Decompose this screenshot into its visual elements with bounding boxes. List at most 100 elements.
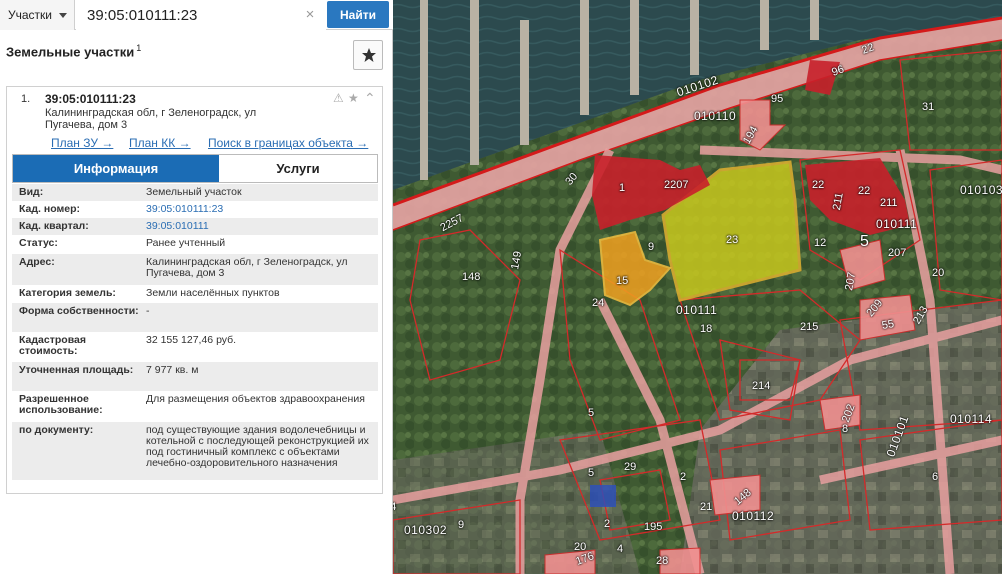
block-label: 010302	[404, 523, 448, 537]
chevron-down-icon	[59, 13, 67, 18]
parcel-label: 4	[617, 543, 624, 555]
result-cad-number[interactable]: 39:05:010111:23	[45, 92, 136, 106]
parcel-label: 148	[462, 271, 481, 283]
panel-title-text: Земельные участки	[6, 44, 135, 60]
parcel-label: 55	[880, 318, 896, 332]
parcel-label: 9	[458, 519, 465, 531]
parcel-label: 2	[680, 471, 687, 483]
info-value: Для размещения объектов здравоохранения	[146, 393, 365, 405]
block-label: 010114	[950, 412, 993, 426]
parcel-label: 5	[860, 233, 869, 250]
info-value: Земли населённых пунктов	[146, 287, 280, 299]
block-label: 010112	[732, 509, 775, 523]
info-row-cad-number: Кад. номер: 39:05:010111:23	[12, 201, 378, 218]
block-label: 010111	[676, 303, 718, 317]
info-key: Форма собственности:	[19, 305, 139, 317]
info-key: Категория земель:	[19, 287, 116, 299]
info-row-type: Вид: Земельный участок	[12, 184, 378, 201]
parcel-label: 214	[752, 380, 771, 392]
favorites-button[interactable]	[353, 40, 383, 70]
info-key: Кад. квартал:	[19, 220, 89, 232]
parcel-label: 28	[656, 555, 669, 567]
star-icon[interactable]: ★	[348, 91, 359, 105]
parcel-label: 207	[888, 247, 907, 259]
parcel-label: 22	[812, 179, 825, 191]
plan-kk-link[interactable]: План КК →	[129, 136, 191, 150]
info-row-by-document: по документу: под существующие здания во…	[12, 422, 378, 480]
result-index: 1.	[21, 93, 31, 105]
block-label: 010103	[960, 183, 1002, 197]
info-key: Адрес:	[19, 256, 55, 268]
info-key: Разрешенное использование:	[19, 393, 103, 416]
parcel-label: 12	[814, 237, 827, 249]
info-row-cad-quarter: Кад. квартал: 39:05:010111	[12, 218, 378, 235]
parcel-label: 95	[771, 93, 784, 105]
tab-information[interactable]: Информация	[13, 155, 219, 182]
result-actions: ⚠ ★ ⌃	[333, 91, 381, 105]
info-key: по документу:	[19, 424, 94, 436]
chevron-up-icon[interactable]: ⌃	[364, 91, 376, 105]
info-value: -	[146, 305, 150, 317]
info-value: Калининградская обл, г Зеленоградск, ул …	[146, 256, 348, 279]
info-value: 7 977 кв. м	[146, 364, 199, 376]
parcel-label: 15	[616, 275, 629, 287]
block-label: 010111	[876, 217, 918, 231]
info-key: Вид:	[19, 186, 44, 198]
close-icon[interactable]: ×	[302, 7, 318, 23]
result-tabs: Информация Услуги	[12, 154, 378, 183]
parcel-label: 6	[932, 471, 939, 483]
parcel-label: 20	[932, 267, 945, 279]
search-type-label: Участки	[8, 8, 52, 22]
info-key: Кадастровая стоимость:	[19, 334, 86, 357]
info-key: Кад. номер:	[19, 203, 81, 215]
parcel-label: 9	[648, 241, 655, 253]
info-row-permitted-use: Разрешенное использование: Для размещени…	[12, 391, 378, 422]
info-key: Уточненная площадь:	[19, 364, 134, 376]
star-icon	[362, 48, 376, 62]
plan-zu-link[interactable]: План ЗУ →	[51, 136, 113, 150]
search-input[interactable]	[76, 0, 326, 30]
blue-building	[590, 485, 616, 507]
parcel-label: 24	[592, 297, 605, 309]
info-value: Земельный участок	[146, 186, 242, 198]
info-row-ownership: Форма собственности: -	[12, 303, 378, 332]
info-value: 32 155 127,46 руб.	[146, 334, 237, 346]
parcel-label: 31	[922, 101, 935, 113]
parcel-label: 5	[588, 407, 595, 419]
search-type-select[interactable]: Участки	[0, 0, 75, 30]
info-row-address: Адрес: Калининградская обл, г Зеленоград…	[12, 254, 378, 285]
search-button[interactable]: Найти	[327, 1, 389, 28]
tab-services[interactable]: Услуги	[219, 155, 377, 182]
parcel-label: 8	[842, 423, 849, 435]
parcel-label: 5	[588, 467, 595, 479]
info-value: Ранее учтенный	[146, 237, 226, 249]
parcel-label: 21	[700, 501, 713, 513]
parcel-label: 20	[574, 541, 587, 553]
search-bar: Участки × Найти	[0, 0, 393, 30]
info-value-link[interactable]: 39:05:010111:23	[146, 204, 371, 215]
result-count: 1	[136, 43, 142, 53]
info-value: под существующие здания водолечебницы и …	[146, 424, 369, 469]
parcel-label: 2207	[664, 179, 689, 191]
search-bounds-link[interactable]: Поиск в границах объекта →	[208, 136, 368, 150]
result-card: 1. 39:05:010111:23 Калининградская обл, …	[6, 86, 383, 494]
info-value-link[interactable]: 39:05:010111	[146, 221, 371, 232]
parcel-label: 215	[800, 321, 819, 333]
result-address: Калининградская обл, г Зеленоградск, ул …	[45, 107, 257, 131]
block-label: 010110	[694, 109, 737, 123]
parcel-label: 23	[726, 234, 739, 246]
parcel-label: 1	[619, 182, 626, 194]
parcel-label: 2	[604, 518, 611, 530]
info-key: Статус:	[19, 237, 58, 249]
parcel-label: 18	[700, 323, 713, 335]
parcel-label: 29	[624, 461, 637, 473]
info-row-area: Уточненная площадь: 7 977 кв. м	[12, 362, 378, 391]
info-row-land-category: Категория земель: Земли населённых пункт…	[12, 285, 378, 303]
info-row-status: Статус: Ранее учтенный	[12, 235, 378, 254]
info-row-cad-value: Кадастровая стоимость: 32 155 127,46 руб…	[12, 332, 378, 362]
parcel-label: 195	[644, 521, 663, 533]
search-panel: Участки × Найти Земельные участки1 1. 39…	[0, 0, 393, 574]
warning-icon[interactable]: ⚠	[333, 91, 344, 105]
parcel-label: 211	[880, 197, 898, 209]
panel-title: Земельные участки 1	[6, 43, 141, 59]
